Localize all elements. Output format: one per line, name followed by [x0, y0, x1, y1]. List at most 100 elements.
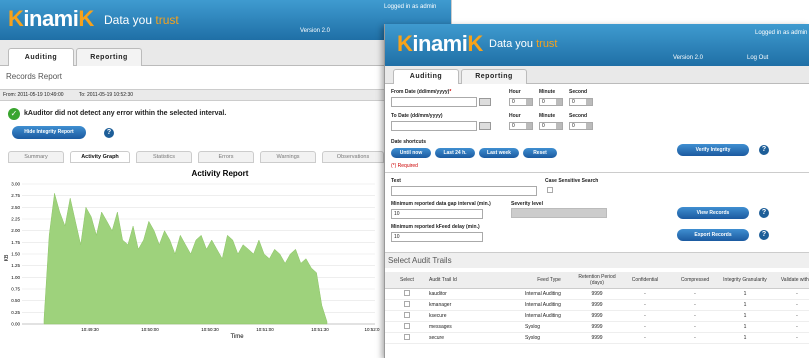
table-row[interactable]: kauditor Internal Auditing 9999- -1-	[385, 288, 809, 300]
auditing-window: KinamiK Data you trust Logged in as admi…	[384, 24, 809, 358]
help-icon[interactable]: ?	[104, 128, 114, 138]
to-minute-select[interactable]: 0	[539, 122, 563, 130]
cell-integrity-granularity: 1	[721, 332, 769, 344]
row-checkbox[interactable]	[404, 300, 410, 307]
activity-area-series	[43, 193, 328, 325]
main-tabs-2: Auditing Reporting	[385, 66, 809, 84]
y-tick-label: 0.25	[11, 310, 20, 315]
text-search-input[interactable]	[391, 186, 537, 196]
col-confidential[interactable]: Confidential	[621, 272, 669, 289]
row-checkbox[interactable]	[404, 311, 410, 318]
col-audit-trail-id[interactable]: Audit Trail Id	[429, 272, 525, 289]
export-records-button[interactable]: Export Records	[677, 229, 749, 241]
activity-chart: Activity Report KB Time 3.00 2.75 2.50 2.25…	[4, 169, 380, 340]
from-hour-select[interactable]: 0	[509, 98, 533, 106]
row-checkbox[interactable]	[404, 333, 410, 340]
cell-retention-period: 9999	[573, 321, 621, 333]
second-label: Second	[569, 89, 588, 95]
table-row[interactable]: messages Syslog 9999- -1-	[385, 321, 809, 333]
help-icon-export[interactable]: ?	[759, 230, 769, 240]
y-tick-label: 1.75	[11, 240, 20, 245]
table-row[interactable]: ksecure Internal Auditing 9999- -1-	[385, 310, 809, 322]
help-icon-view[interactable]: ?	[759, 208, 769, 218]
until-now-button[interactable]: Until now	[391, 148, 431, 158]
cell-integrity-granularity: 1	[721, 321, 769, 333]
reset-button[interactable]: Reset	[523, 148, 557, 158]
tab-reporting[interactable]: Reporting	[76, 48, 142, 66]
severity-select[interactable]	[511, 208, 607, 218]
x-tick-label: 10:50:00	[141, 327, 159, 332]
cell-compressed: -	[669, 321, 721, 333]
audit-trails-header: Select Audit Trails	[385, 252, 809, 268]
y-axis-label: KB	[4, 254, 10, 261]
cell-feed-type: Internal Auditing	[525, 288, 573, 300]
table-row[interactable]: kmanager Internal Auditing 9999- -1-	[385, 299, 809, 311]
tab-auditing[interactable]: Auditing	[8, 48, 74, 66]
last-24h-button[interactable]: Last 24 h.	[435, 148, 475, 158]
minute-label: Minute	[539, 89, 556, 95]
to-date-label: To Date (dd/mm/yyyy)	[391, 113, 443, 119]
cell-validate-with: -	[769, 321, 809, 333]
hide-integrity-report-button[interactable]: Hide Integrity Report	[12, 126, 86, 139]
verify-integrity-button[interactable]: Verify Integrity	[677, 144, 749, 156]
cell-retention-period: 9999	[573, 310, 621, 322]
to-hour-select[interactable]: 0	[509, 122, 533, 130]
subtab-observations[interactable]: Observations	[322, 151, 384, 163]
row-checkbox[interactable]	[404, 289, 410, 296]
col-compressed[interactable]: Compressed	[669, 272, 721, 289]
col-retention-period[interactable]: Retention Period (days)	[573, 272, 621, 289]
cell-audit-trail-id: secure	[429, 332, 525, 344]
col-validate-with[interactable]: Validate with T	[769, 272, 809, 289]
cell-feed-type: Internal Auditing	[525, 299, 573, 311]
cell-select-checkbox[interactable]	[385, 332, 429, 344]
text-label: Text	[391, 178, 401, 184]
from-second-select[interactable]: 0	[569, 98, 593, 106]
cell-select-checkbox[interactable]	[385, 310, 429, 322]
logout-link[interactable]: Log Out	[747, 55, 768, 61]
x-tick-label: 10:51:30	[311, 327, 329, 332]
from-date-input[interactable]	[391, 97, 477, 107]
y-tick-label: 2.00	[11, 228, 20, 233]
table-row[interactable]: secure Syslog 9999- -1-	[385, 332, 809, 344]
subtab-errors[interactable]: Errors	[198, 151, 254, 163]
y-tick-label: 3.00	[11, 182, 20, 187]
date-to: To: 2011-05-19 10:52:30	[78, 92, 134, 98]
subtab-warnings[interactable]: Warnings	[260, 151, 316, 163]
cell-integrity-granularity: 1	[721, 299, 769, 311]
to-second-select[interactable]: 0	[569, 122, 593, 130]
y-tick-label: 1.00	[11, 275, 20, 280]
subtab-activity-graph[interactable]: Activity Graph	[70, 151, 130, 163]
cell-audit-trail-id: kmanager	[429, 299, 525, 311]
subtab-statistics[interactable]: Statistics	[136, 151, 192, 163]
y-tick-label: 0.75	[11, 287, 20, 292]
calendar-icon-2[interactable]	[479, 122, 491, 130]
calendar-icon[interactable]	[479, 98, 491, 106]
view-records-button[interactable]: View Records	[677, 207, 749, 219]
tab-reporting-2[interactable]: Reporting	[461, 69, 527, 84]
from-minute-select[interactable]: 0	[539, 98, 563, 106]
col-select[interactable]: Select	[385, 272, 429, 289]
from-date-label: From Date (dd/mm/yyyy)*	[391, 89, 452, 95]
subtab-summary[interactable]: Summary	[8, 151, 64, 163]
x-tick-label: 10:52:0	[364, 327, 380, 332]
hour-label-2: Hour	[509, 113, 521, 119]
tab-auditing-2[interactable]: Auditing	[393, 69, 459, 84]
cell-confidential: -	[621, 321, 669, 333]
cell-select-checkbox[interactable]	[385, 299, 429, 311]
case-sensitive-label: Case Sensitive Search	[545, 178, 599, 184]
col-feed-type[interactable]: Feed Type	[525, 272, 573, 289]
y-tick-label: 1.25	[11, 263, 20, 268]
to-date-input[interactable]	[391, 121, 477, 131]
kfeed-delay-input[interactable]: 10	[391, 232, 483, 242]
last-week-button[interactable]: Last week	[479, 148, 519, 158]
col-integrity-granularity[interactable]: Integrity Granularity	[721, 272, 769, 289]
cell-select-checkbox[interactable]	[385, 288, 429, 300]
case-sensitive-checkbox[interactable]	[547, 187, 553, 193]
row-checkbox[interactable]	[404, 322, 410, 329]
logged-in-label: Logged in as admin	[384, 4, 437, 10]
y-tick-label: 0.00	[11, 322, 20, 327]
help-icon-verify[interactable]: ?	[759, 145, 769, 155]
y-tick-label: 2.25	[11, 217, 20, 222]
cell-select-checkbox[interactable]	[385, 321, 429, 333]
gap-interval-input[interactable]: 10	[391, 209, 483, 219]
